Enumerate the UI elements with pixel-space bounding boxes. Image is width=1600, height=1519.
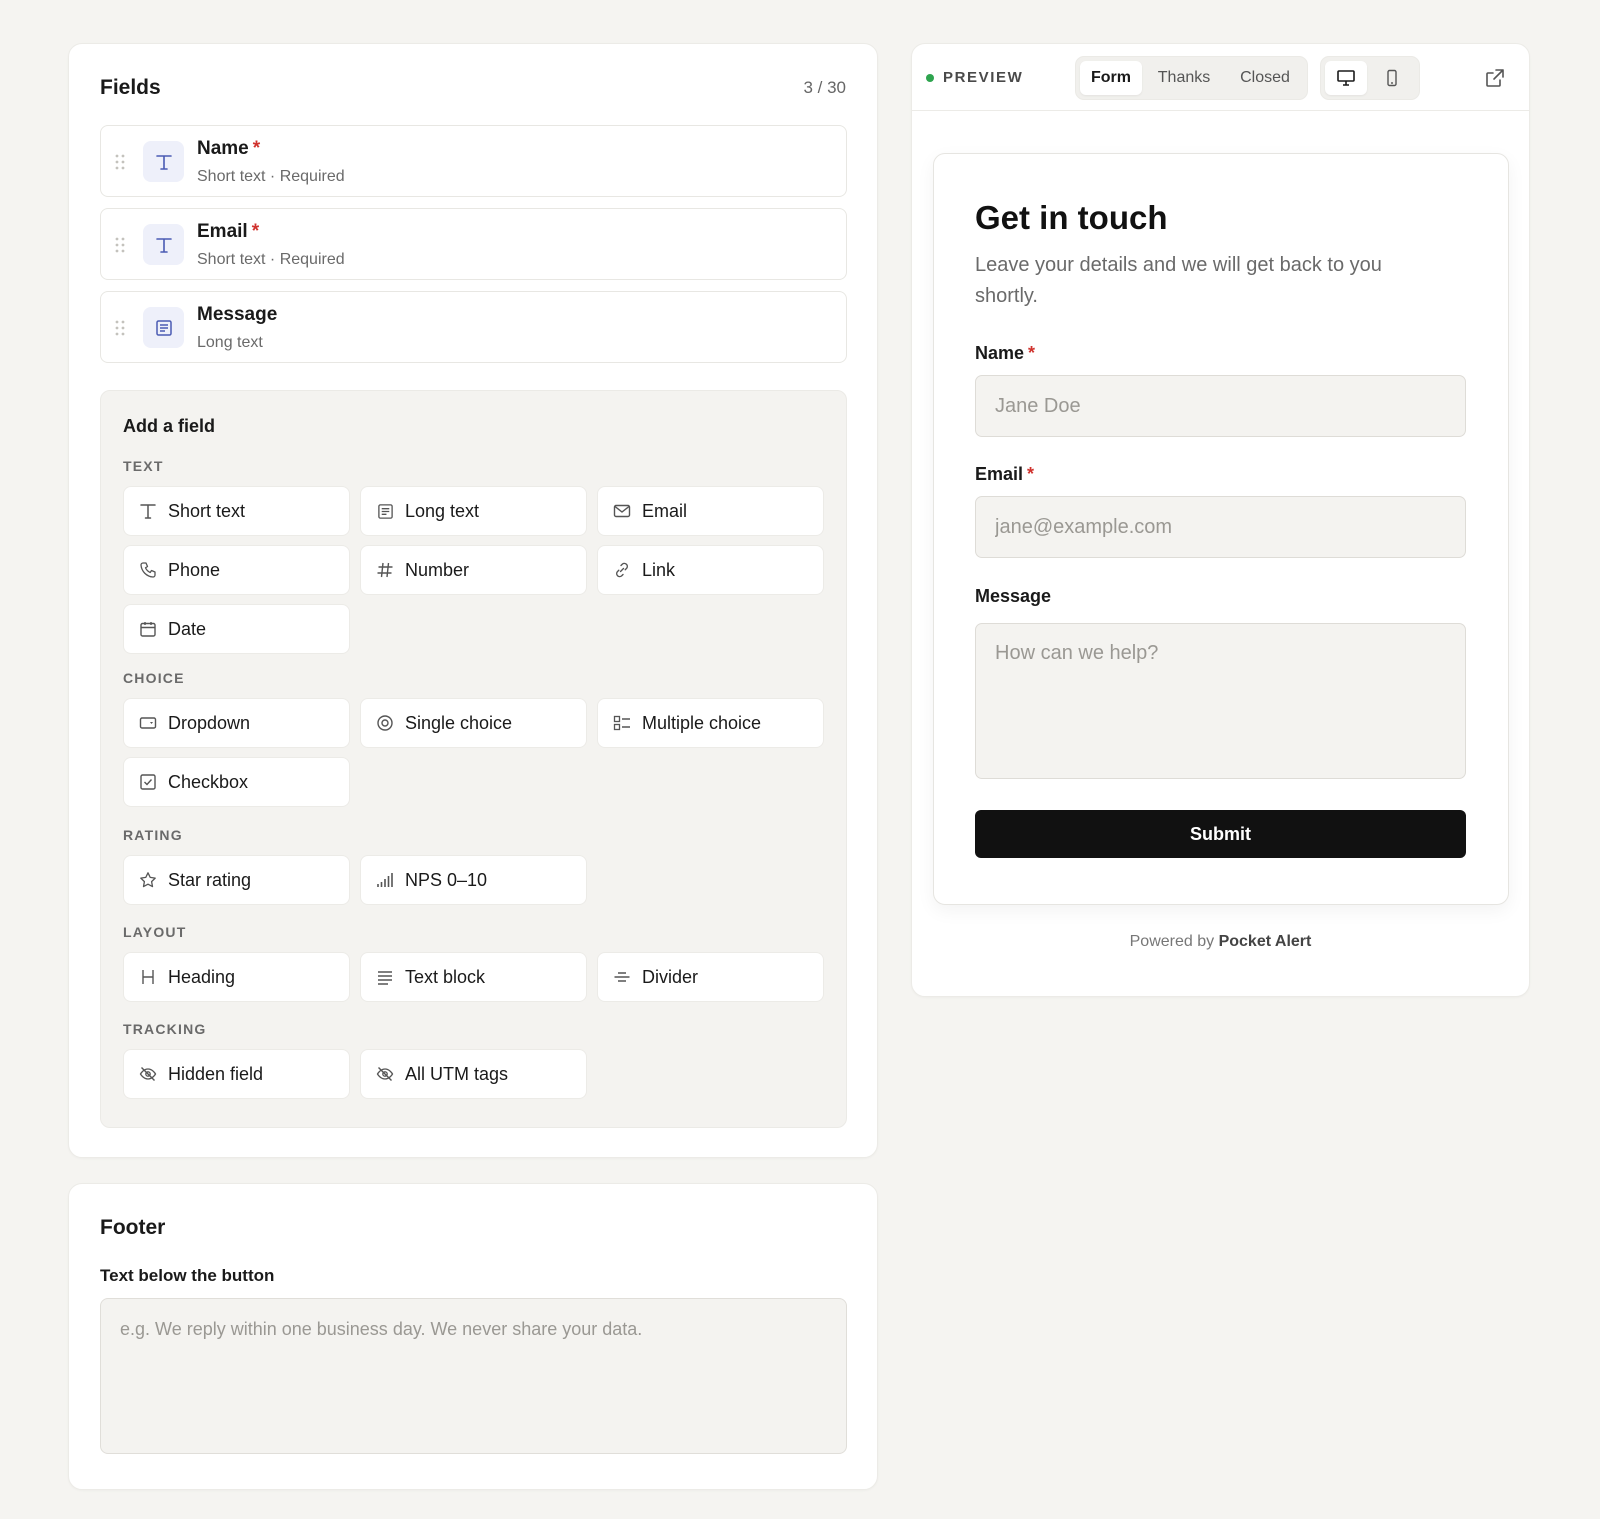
star-icon [138, 870, 158, 890]
add-multiple-choice-button[interactable]: Multiple choice [597, 698, 824, 748]
tab-form[interactable]: Form [1080, 61, 1142, 95]
message-label: Message [975, 586, 1052, 606]
add-date-button[interactable]: Date [123, 604, 350, 654]
footer-panel: Footer Text below the button [68, 1183, 878, 1490]
add-dropdown-button[interactable]: Dropdown [123, 698, 350, 748]
field-name: Name * [197, 138, 261, 159]
powered-by: Powered by Pocket Alert [1129, 933, 1312, 950]
add-link-button[interactable]: Link [597, 545, 824, 595]
tab-thanks[interactable]: Thanks [1146, 61, 1222, 95]
add-utm-tags-button[interactable]: All UTM tags [360, 1049, 587, 1099]
form-description: Leave your details and we will get back … [975, 254, 1382, 307]
text-lines-icon [375, 967, 395, 987]
fields-panel: Fields 3 / 30 Name * Short text · Require… [68, 43, 878, 1158]
device-toggle [1320, 56, 1420, 100]
long-text-icon [143, 307, 184, 348]
field-name: Email * [197, 221, 260, 242]
heading-icon [138, 967, 158, 987]
add-long-text-button[interactable]: Long text [360, 486, 587, 536]
field-subtitle: Long text [197, 334, 263, 351]
mobile-icon[interactable] [1371, 61, 1413, 95]
text-type-icon [138, 501, 158, 521]
phone-icon [138, 560, 158, 580]
field-row-message[interactable]: Message Long text [100, 291, 847, 363]
required-marker: * [1028, 343, 1036, 363]
add-single-choice-button[interactable]: Single choice [360, 698, 587, 748]
preview-panel: PREVIEW Form Thanks Closed Get in touch … [911, 43, 1530, 997]
form-preview: Get in touch Leave your details and we w… [933, 153, 1509, 905]
add-number-button[interactable]: Number [360, 545, 587, 595]
required-marker: * [251, 221, 260, 242]
section-label-text: TEXT [123, 458, 164, 474]
external-link-icon[interactable] [1484, 67, 1506, 89]
divider-icon [612, 967, 632, 987]
preview-label: PREVIEW [943, 69, 1024, 86]
envelope-icon [612, 501, 632, 521]
form-title: Get in touch [975, 199, 1168, 236]
email-label: Email * [975, 464, 1035, 484]
add-nps-button[interactable]: NPS 0–10 [360, 855, 587, 905]
text-type-icon [143, 224, 184, 265]
fields-title: Fields [100, 76, 161, 99]
name-input[interactable] [975, 375, 1466, 437]
status-dot [926, 74, 934, 82]
add-star-rating-button[interactable]: Star rating [123, 855, 350, 905]
add-email-button[interactable]: Email [597, 486, 824, 536]
required-marker: * [1027, 464, 1035, 484]
preview-tabs: Form Thanks Closed [1075, 56, 1308, 100]
field-subtitle: Short text · Required [197, 251, 345, 268]
dropdown-icon [138, 713, 158, 733]
add-short-text-button[interactable]: Short text [123, 486, 350, 536]
eye-off-icon [375, 1064, 395, 1084]
add-field-title: Add a field [123, 416, 216, 436]
signal-bars-icon [375, 870, 395, 890]
field-subtitle: Short text · Required [197, 168, 345, 185]
add-heading-button[interactable]: Heading [123, 952, 350, 1002]
drag-handle-icon[interactable] [115, 237, 125, 253]
field-row-email[interactable]: Email * Short text · Required [100, 208, 847, 280]
text-type-icon [143, 141, 184, 182]
add-field-panel: Add a field TEXT Short text Long text Em… [100, 390, 847, 1128]
message-input[interactable] [975, 623, 1466, 779]
add-divider-button[interactable]: Divider [597, 952, 824, 1002]
long-text-icon [375, 501, 395, 521]
section-label-layout: LAYOUT [123, 924, 187, 940]
drag-handle-icon[interactable] [115, 320, 125, 336]
add-checkbox-button[interactable]: Checkbox [123, 757, 350, 807]
preview-header: PREVIEW Form Thanks Closed [912, 44, 1529, 111]
footer-title: Footer [100, 1216, 166, 1239]
radio-icon [375, 713, 395, 733]
desktop-icon[interactable] [1325, 61, 1367, 95]
section-label-tracking: TRACKING [123, 1021, 207, 1037]
field-count: 3 / 30 [803, 78, 846, 97]
section-label-rating: RATING [123, 827, 183, 843]
name-label: Name * [975, 343, 1036, 363]
add-phone-button[interactable]: Phone [123, 545, 350, 595]
tab-closed[interactable]: Closed [1226, 61, 1304, 95]
checkbox-icon [138, 772, 158, 792]
calendar-icon [138, 619, 158, 639]
add-text-block-button[interactable]: Text block [360, 952, 587, 1002]
add-hidden-field-button[interactable]: Hidden field [123, 1049, 350, 1099]
required-marker: * [252, 138, 261, 159]
submit-button[interactable]: Submit [975, 810, 1466, 858]
link-icon [612, 560, 632, 580]
checklist-icon [612, 713, 632, 733]
footer-text-input[interactable] [100, 1298, 847, 1454]
eye-off-icon [138, 1064, 158, 1084]
hash-icon [375, 560, 395, 580]
field-row-name[interactable]: Name * Short text · Required [100, 125, 847, 197]
brand-name: Pocket Alert [1218, 933, 1312, 950]
email-input[interactable] [975, 496, 1466, 558]
drag-handle-icon[interactable] [115, 154, 125, 170]
footer-text-label: Text below the button [100, 1266, 275, 1285]
field-name: Message [197, 304, 278, 325]
section-label-choice: CHOICE [123, 670, 185, 686]
